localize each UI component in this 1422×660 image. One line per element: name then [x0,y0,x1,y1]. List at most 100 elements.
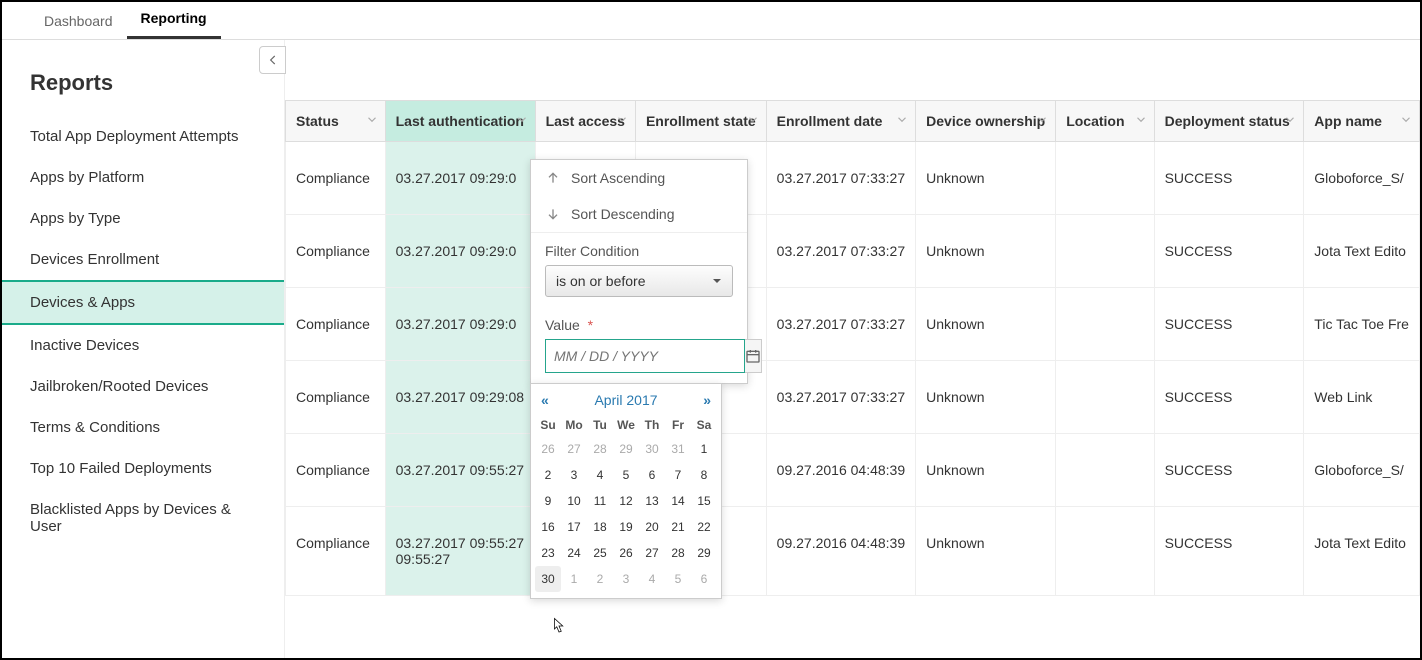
calendar-dow: We [613,414,639,436]
calendar-day[interactable]: 8 [691,462,717,488]
column-header[interactable]: Status [286,101,386,142]
table-cell: 03.27.2017 09:55:27 [385,434,535,507]
calendar-day[interactable]: 4 [587,462,613,488]
calendar-day[interactable]: 18 [587,514,613,540]
calendar-day[interactable]: 1 [561,566,587,592]
calendar-day[interactable]: 28 [665,540,691,566]
table-cell: Globoforce_S/ [1304,434,1420,507]
calendar-day[interactable]: 19 [613,514,639,540]
calendar-day[interactable]: 30 [535,566,561,592]
calendar-day[interactable]: 28 [587,436,613,462]
calendar-day[interactable]: 2 [535,462,561,488]
sidebar-item[interactable]: Devices & Apps [2,280,284,325]
column-header[interactable]: Deployment status [1154,101,1304,142]
sidebar-item[interactable]: Blacklisted Apps by Devices & User [2,489,284,547]
table-row[interactable]: Compliance03.27.2017 09:55:27 09.27.2016 … [286,434,1420,507]
table-cell: 03.27.2017 07:33:27 [766,142,915,215]
tab-reporting[interactable]: Reporting [127,0,221,39]
calendar-day[interactable]: 5 [665,566,691,592]
column-header[interactable]: App name [1304,101,1420,142]
column-header[interactable]: Enrollment date [766,101,915,142]
sidebar-item[interactable]: Apps by Platform [2,157,284,198]
sidebar-item[interactable]: Devices Enrollment [2,239,284,280]
table-cell: Jota Text Edito [1304,215,1420,288]
table-row[interactable]: Compliance03.27.2017 09:55:2709:55:2709.… [286,507,1420,596]
sidebar-item[interactable]: Jailbroken/Rooted Devices [2,366,284,407]
table-row[interactable]: Compliance03.27.2017 09:29:0803.27.2017 … [286,361,1420,434]
table-cell: 09.27.2016 04:48:39 [766,434,915,507]
table-cell: 03.27.2017 07:33:27 [766,361,915,434]
table-cell: 03.27.2017 07:33:27 [766,215,915,288]
table-cell: SUCCESS [1154,215,1304,288]
table-cell: Globoforce_S/ [1304,142,1420,215]
calendar-day[interactable]: 15 [691,488,717,514]
sort-ascending-option[interactable]: Sort Ascending [531,160,747,196]
column-header[interactable]: Last access [535,101,635,142]
calendar-day[interactable]: 26 [535,436,561,462]
calendar-day[interactable]: 27 [561,436,587,462]
calendar-day[interactable]: 14 [665,488,691,514]
date-input[interactable] [545,339,745,373]
sort-descending-option[interactable]: Sort Descending [531,196,747,232]
calendar-day[interactable]: 3 [561,462,587,488]
sidebar-item[interactable]: Terms & Conditions [2,407,284,448]
filter-condition-value: is on or before [556,273,646,289]
table-cell: Compliance [286,434,386,507]
calendar-picker-button[interactable] [745,339,762,373]
calendar-day[interactable]: 29 [691,540,717,566]
sidebar-collapse-button[interactable] [259,46,286,74]
calendar-day[interactable]: 1 [691,436,717,462]
calendar-day[interactable]: 9 [535,488,561,514]
calendar-day[interactable]: 27 [639,540,665,566]
calendar-day[interactable]: 26 [613,540,639,566]
column-header[interactable]: Last authentication [385,101,535,142]
table-cell: SUCCESS [1154,434,1304,507]
filter-condition-select[interactable]: is on or before [545,265,733,297]
calendar-day[interactable]: 30 [639,436,665,462]
table-row[interactable]: Compliance03.27.2017 09:29:003.27.2017 0… [286,142,1420,215]
table-row[interactable]: Compliance03.27.2017 09:29:003.27.2017 0… [286,288,1420,361]
calendar-day[interactable]: 2 [587,566,613,592]
calendar-day[interactable]: 13 [639,488,665,514]
sidebar-item[interactable]: Top 10 Failed Deployments [2,448,284,489]
calendar-next-button[interactable]: » [703,392,711,408]
table-cell: Compliance [286,288,386,361]
calendar-day[interactable]: 10 [561,488,587,514]
calendar-day[interactable]: 16 [535,514,561,540]
sort-ascending-label: Sort Ascending [571,170,665,186]
table-cell: Unknown [916,142,1056,215]
column-header[interactable]: Location [1056,101,1154,142]
calendar-day[interactable]: 29 [613,436,639,462]
calendar-day[interactable]: 21 [665,514,691,540]
calendar-day[interactable]: 22 [691,514,717,540]
calendar-day[interactable]: 6 [691,566,717,592]
calendar-prev-button[interactable]: « [541,392,549,408]
chevron-down-icon [895,113,909,130]
calendar-day[interactable]: 23 [535,540,561,566]
calendar-title[interactable]: April 2017 [594,392,657,408]
table-cell: SUCCESS [1154,142,1304,215]
calendar-day[interactable]: 3 [613,566,639,592]
calendar-day[interactable]: 7 [665,462,691,488]
calendar-day[interactable]: 20 [639,514,665,540]
data-table: StatusLast authenticationLast accessEnro… [285,100,1420,596]
table-cell: 03.27.2017 09:29:0 [385,215,535,288]
table-cell [1056,434,1154,507]
table-cell [1056,288,1154,361]
column-header[interactable]: Enrollment state [635,101,766,142]
calendar-day[interactable]: 12 [613,488,639,514]
calendar-day[interactable]: 11 [587,488,613,514]
calendar-day[interactable]: 5 [613,462,639,488]
column-header[interactable]: Device ownership [916,101,1056,142]
calendar-day[interactable]: 31 [665,436,691,462]
calendar-day[interactable]: 17 [561,514,587,540]
sidebar-item[interactable]: Total App Deployment Attempts [2,116,284,157]
tab-dashboard[interactable]: Dashboard [30,3,127,39]
calendar-day[interactable]: 4 [639,566,665,592]
calendar-day[interactable]: 6 [639,462,665,488]
calendar-day[interactable]: 24 [561,540,587,566]
sidebar-item[interactable]: Apps by Type [2,198,284,239]
calendar-day[interactable]: 25 [587,540,613,566]
sidebar-item[interactable]: Inactive Devices [2,325,284,366]
table-row[interactable]: Compliance03.27.2017 09:29:003.27.2017 0… [286,215,1420,288]
